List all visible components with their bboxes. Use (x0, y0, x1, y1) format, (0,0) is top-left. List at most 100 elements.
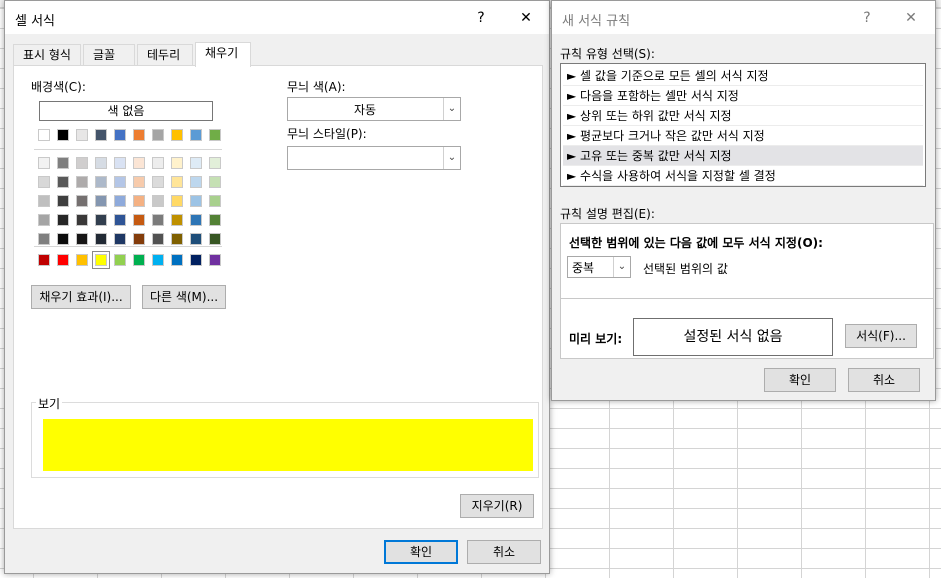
standard-color-swatch[interactable] (171, 254, 183, 266)
color-swatch[interactable] (133, 195, 145, 207)
duplicate-unique-select[interactable]: 중복 ⌄ (567, 256, 631, 278)
tab-fill[interactable]: 채우기 (195, 42, 251, 67)
color-swatch[interactable] (57, 176, 69, 188)
color-swatch[interactable] (114, 233, 126, 245)
color-swatch[interactable] (209, 214, 221, 226)
color-swatch[interactable] (190, 129, 202, 141)
color-swatch[interactable] (171, 157, 183, 169)
close-icon[interactable]: ✕ (896, 5, 926, 31)
rule-type-item[interactable]: ► 수식을 사용하여 서식을 지정할 셀 결정 (563, 166, 923, 186)
color-swatch[interactable] (133, 214, 145, 226)
color-swatch[interactable] (171, 129, 183, 141)
color-swatch[interactable] (171, 176, 183, 188)
color-swatch[interactable] (133, 233, 145, 245)
rule-type-item-selected[interactable]: ► 고유 또는 중복 값만 서식 지정 (563, 146, 923, 166)
color-swatch[interactable] (95, 129, 107, 141)
color-swatch[interactable] (76, 129, 88, 141)
rule-type-item[interactable]: ► 다음을 포함하는 셀만 서식 지정 (563, 86, 923, 106)
color-swatch[interactable] (152, 233, 164, 245)
color-swatch[interactable] (114, 195, 126, 207)
color-swatch[interactable] (190, 176, 202, 188)
color-swatch[interactable] (38, 195, 50, 207)
color-swatch[interactable] (152, 176, 164, 188)
tab-border[interactable]: 테두리 (137, 44, 193, 66)
color-swatch[interactable] (76, 195, 88, 207)
color-swatch[interactable] (190, 157, 202, 169)
cancel-button[interactable]: 취소 (467, 540, 541, 564)
color-swatch[interactable] (114, 157, 126, 169)
color-swatch[interactable] (38, 129, 50, 141)
color-swatch[interactable] (190, 233, 202, 245)
color-swatch[interactable] (38, 176, 50, 188)
color-swatch[interactable] (76, 157, 88, 169)
color-swatch[interactable] (57, 233, 69, 245)
color-swatch[interactable] (209, 129, 221, 141)
standard-color-swatch[interactable] (92, 251, 110, 269)
color-swatch[interactable] (171, 195, 183, 207)
standard-color-swatch[interactable] (38, 254, 50, 266)
color-swatch[interactable] (57, 157, 69, 169)
color-swatch[interactable] (95, 214, 107, 226)
help-icon[interactable]: ? (466, 5, 496, 31)
standard-color-swatch[interactable] (152, 254, 164, 266)
color-swatch[interactable] (152, 195, 164, 207)
color-swatch[interactable] (114, 214, 126, 226)
clear-button[interactable]: 지우기(R) (460, 494, 534, 518)
rule-type-item[interactable]: ► 평균보다 크거나 작은 값만 서식 지정 (563, 126, 923, 146)
color-swatch[interactable] (95, 176, 107, 188)
color-swatch[interactable] (152, 157, 164, 169)
pattern-style-select[interactable]: ⌄ (287, 146, 461, 170)
tab-font[interactable]: 글꼴 (83, 44, 135, 66)
pattern-color-select[interactable]: 자동 ⌄ (287, 97, 461, 121)
color-swatch[interactable] (190, 214, 202, 226)
color-swatch[interactable] (57, 214, 69, 226)
standard-color-swatch[interactable] (57, 254, 69, 266)
standard-color-swatch[interactable] (190, 254, 202, 266)
color-swatch[interactable] (152, 214, 164, 226)
rule-type-item[interactable]: ► 상위 또는 하위 값만 서식 지정 (563, 106, 923, 126)
color-swatch[interactable] (95, 233, 107, 245)
color-swatch[interactable] (209, 157, 221, 169)
rule-type-item[interactable]: ► 셀 값을 기준으로 모든 셀의 서식 지정 (563, 66, 923, 86)
standard-color-swatch[interactable] (133, 254, 145, 266)
color-swatch[interactable] (133, 129, 145, 141)
color-swatch[interactable] (133, 176, 145, 188)
color-swatch[interactable] (114, 176, 126, 188)
standard-color-swatch[interactable] (114, 254, 126, 266)
ok-button[interactable]: 확인 (384, 540, 458, 564)
color-swatch[interactable] (209, 195, 221, 207)
color-swatch[interactable] (152, 129, 164, 141)
color-swatch[interactable] (95, 157, 107, 169)
more-colors-button[interactable]: 다른 색(M)... (142, 285, 226, 309)
close-icon[interactable]: ✕ (511, 5, 541, 31)
color-swatch[interactable] (38, 157, 50, 169)
ok-button[interactable]: 확인 (764, 368, 836, 392)
color-swatch[interactable] (133, 157, 145, 169)
standard-color-swatch[interactable] (76, 254, 88, 266)
color-swatch[interactable] (209, 176, 221, 188)
color-swatch[interactable] (190, 195, 202, 207)
format-cells-dialog: 셀 서식 ? ✕ 표시 형식 글꼴 테두리 채우기 배경색(C): 색 없음 채… (4, 0, 550, 574)
no-color-button[interactable]: 색 없음 (39, 101, 213, 121)
tab-number-format[interactable]: 표시 형식 (13, 44, 81, 66)
color-swatch[interactable] (95, 195, 107, 207)
color-swatch[interactable] (76, 233, 88, 245)
color-swatch[interactable] (209, 233, 221, 245)
color-swatch[interactable] (57, 195, 69, 207)
color-swatch[interactable] (38, 233, 50, 245)
color-swatch[interactable] (76, 214, 88, 226)
cancel-button[interactable]: 취소 (848, 368, 920, 392)
color-swatch[interactable] (38, 214, 50, 226)
pattern-color-label: 무늬 색(A): (287, 80, 346, 94)
color-swatch[interactable] (114, 129, 126, 141)
color-swatch[interactable] (57, 129, 69, 141)
chevron-down-icon: ⌄ (443, 98, 460, 120)
format-button[interactable]: 서식(F)... (845, 324, 917, 348)
color-swatch[interactable] (171, 233, 183, 245)
rule-type-list: ► 셀 값을 기준으로 모든 셀의 서식 지정 ► 다음을 포함하는 셀만 서식… (560, 63, 926, 187)
fill-effects-button[interactable]: 채우기 효과(I)... (31, 285, 131, 309)
standard-color-swatch[interactable] (209, 254, 221, 266)
color-swatch[interactable] (76, 176, 88, 188)
help-icon[interactable]: ? (852, 5, 882, 31)
color-swatch[interactable] (171, 214, 183, 226)
